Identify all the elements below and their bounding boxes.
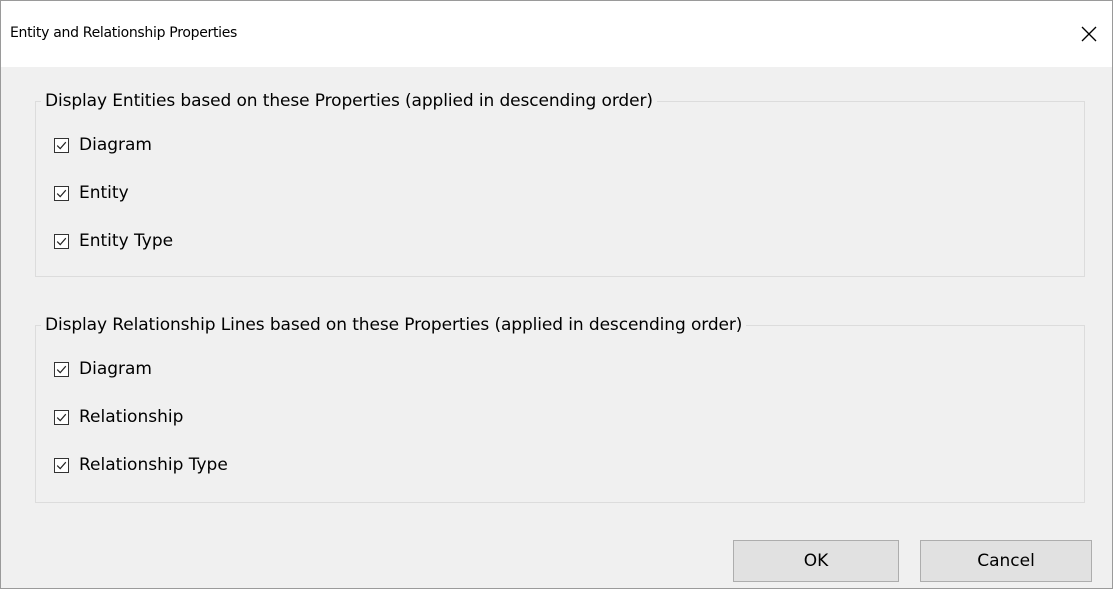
checkbox-label: Entity bbox=[79, 183, 129, 203]
checkbox-box[interactable] bbox=[54, 457, 69, 473]
cancel-button[interactable]: Cancel bbox=[920, 540, 1092, 582]
checkmark-icon bbox=[56, 237, 67, 245]
relationships-groupbox: Display Relationship Lines based on thes… bbox=[35, 313, 1085, 503]
checkbox-label: Relationship Type bbox=[79, 455, 228, 475]
checkbox-box[interactable] bbox=[54, 409, 69, 425]
checkmark-icon bbox=[56, 141, 67, 149]
checkbox-box[interactable] bbox=[54, 185, 69, 201]
close-icon bbox=[1081, 26, 1097, 42]
entities-group-legend: Display Entities based on these Properti… bbox=[41, 89, 657, 113]
relationships-diagram-checkbox[interactable]: Diagram bbox=[54, 357, 152, 381]
dialog-window: Entity and Relationship Properties Displ… bbox=[0, 0, 1113, 589]
checkmark-icon bbox=[56, 461, 67, 469]
window-title: Entity and Relationship Properties bbox=[10, 25, 238, 41]
checkmark-icon bbox=[56, 413, 67, 421]
title-bar: Entity and Relationship Properties bbox=[1, 1, 1112, 67]
checkbox-label: Relationship bbox=[79, 407, 184, 427]
relationships-relationship-checkbox[interactable]: Relationship bbox=[54, 405, 183, 429]
relationships-group-legend: Display Relationship Lines based on thes… bbox=[41, 313, 747, 337]
relationships-relationship-type-checkbox[interactable]: Relationship Type bbox=[54, 453, 228, 477]
entities-entity-checkbox[interactable]: Entity bbox=[54, 181, 129, 205]
checkmark-icon bbox=[56, 365, 67, 373]
checkbox-box[interactable] bbox=[54, 137, 69, 153]
checkbox-label: Entity Type bbox=[79, 231, 174, 251]
entities-diagram-checkbox[interactable]: Diagram bbox=[54, 133, 152, 157]
entities-groupbox: Display Entities based on these Properti… bbox=[35, 89, 1085, 277]
checkbox-label: Diagram bbox=[79, 359, 152, 379]
entities-entity-type-checkbox[interactable]: Entity Type bbox=[54, 229, 173, 253]
checkmark-icon bbox=[56, 189, 67, 197]
ok-button[interactable]: OK bbox=[733, 540, 899, 582]
close-button[interactable] bbox=[1066, 1, 1112, 67]
checkbox-label: Diagram bbox=[79, 135, 152, 155]
checkbox-box[interactable] bbox=[54, 233, 69, 249]
checkbox-box[interactable] bbox=[54, 361, 69, 377]
